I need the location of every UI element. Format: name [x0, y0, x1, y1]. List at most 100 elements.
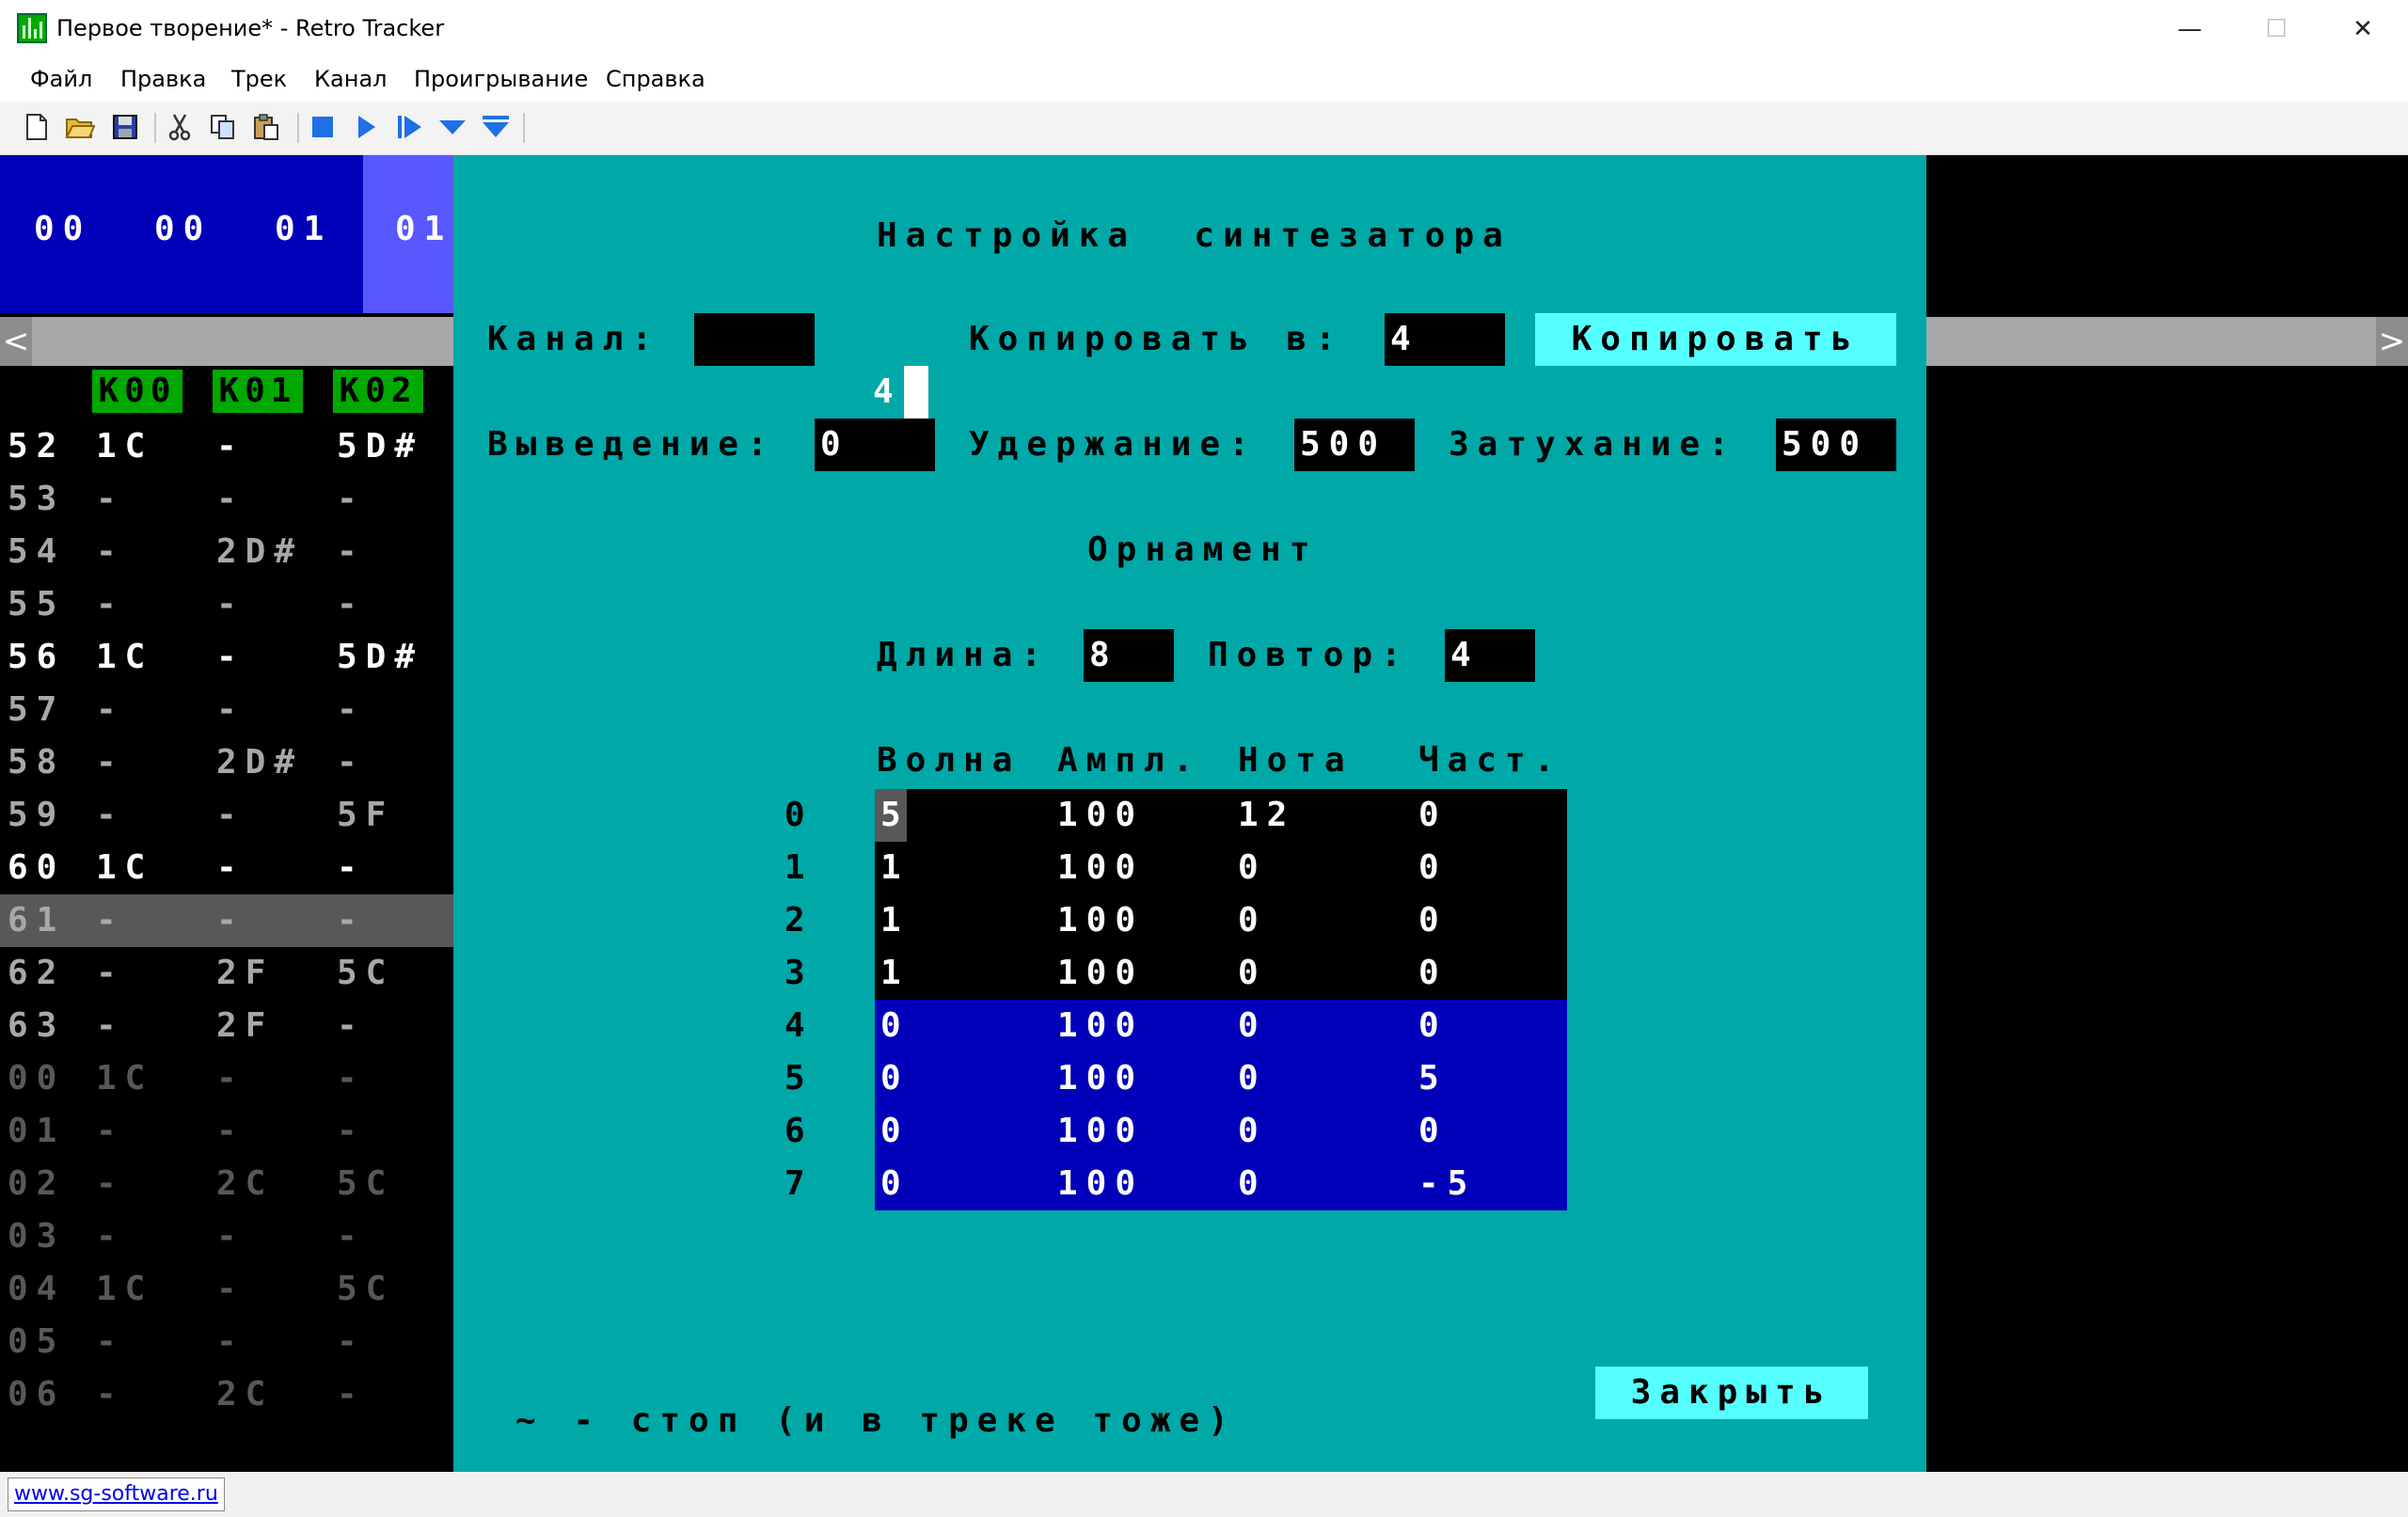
ornament-amplitude[interactable]: 100 [1057, 1158, 1144, 1210]
pattern-row[interactable]: 05- - - [0, 1316, 453, 1368]
channel-header-k00[interactable]: К00 [92, 370, 182, 413]
pattern-row-current[interactable]: 61- - - [0, 894, 453, 947]
ornament-note[interactable]: 0 [1238, 842, 1267, 894]
repeat-field[interactable]: 4 [1445, 629, 1535, 682]
pattern-row[interactable]: 54-2D# - [0, 526, 453, 578]
ornament-amplitude[interactable]: 100 [1057, 842, 1144, 894]
menu-help[interactable]: Справка [606, 66, 705, 92]
menu-channel[interactable]: Канал [314, 66, 387, 92]
ornament-note[interactable]: 0 [1238, 947, 1267, 1000]
pattern-row[interactable]: 56 1C - 5D# [0, 631, 453, 684]
decay-field[interactable]: 500 [1776, 419, 1896, 471]
ornament-frequency[interactable]: 0 [1418, 789, 1448, 842]
ornament-wave[interactable]: 1 [880, 894, 910, 947]
play-icon[interactable] [348, 109, 384, 145]
menu-playback[interactable]: Проигрывание [414, 66, 588, 92]
channel-header-k02[interactable]: К02 [333, 370, 423, 413]
ornament-frequency[interactable]: 0 [1418, 894, 1448, 947]
website-link[interactable]: www.sg-software.ru [8, 1477, 225, 1511]
menu-file[interactable]: Файл [30, 66, 92, 92]
copy-icon[interactable] [205, 109, 241, 145]
ornament-frequency[interactable]: 0 [1418, 842, 1448, 894]
pattern-row[interactable]: 04 1C - 5C [0, 1263, 453, 1316]
ornament-wave[interactable]: 0 [880, 1000, 910, 1052]
order-item-current[interactable]: 01 [395, 210, 452, 248]
copy-to-field[interactable]: 4 [1385, 313, 1505, 366]
pattern-row[interactable]: 03- - - [0, 1210, 453, 1263]
ornament-amplitude[interactable]: 100 [1057, 1052, 1144, 1105]
menu-edit[interactable]: Правка [120, 66, 206, 92]
ornament-frequency[interactable]: 0 [1418, 1000, 1448, 1052]
pattern-row[interactable]: 58-2D# - [0, 736, 453, 789]
ornament-table[interactable]: 5 100 12 0 1 100 0 0 1 100 0 0 1 100 0 0 0 100 0 0 0 100 0 5 0 10… [875, 789, 1567, 1210]
ornament-amplitude[interactable]: 100 [1057, 894, 1144, 947]
pattern-row[interactable]: 62- 2F 5C [0, 947, 453, 1000]
ornament-note[interactable]: 0 [1238, 1052, 1267, 1105]
stop-icon[interactable] [305, 109, 341, 145]
order-item[interactable]: 00 [34, 210, 91, 248]
length-field[interactable]: 8 [1084, 629, 1174, 682]
save-icon[interactable] [107, 109, 143, 145]
ornament-frequency[interactable]: 0 [1418, 947, 1448, 1000]
ornament-frequency[interactable]: -5 [1418, 1158, 1476, 1210]
copy-button[interactable]: Копировать [1535, 313, 1896, 366]
ornament-amplitude[interactable]: 100 [1057, 789, 1144, 842]
pattern-row[interactable]: 52 1C - 5D# [0, 420, 453, 473]
scroll-right-icon[interactable]: > [2376, 317, 2408, 366]
menu-track[interactable]: Трек [231, 66, 287, 92]
ornament-wave[interactable]: 5 [875, 789, 907, 842]
ornament-row[interactable]: 0 100 0 -5 [875, 1158, 1567, 1210]
maximize-button[interactable]: ☐ [2233, 0, 2320, 58]
pattern-row[interactable]: 53- - - [0, 473, 453, 526]
pattern-row[interactable]: 00 1C - - [0, 1052, 453, 1105]
pattern-row[interactable]: 02- 2C 5C [0, 1158, 453, 1210]
ornament-row[interactable]: 1 100 0 0 [875, 947, 1567, 1000]
sustain-field[interactable]: 500 [1294, 419, 1415, 471]
ornament-note[interactable]: 0 [1238, 1000, 1267, 1052]
ornament-row[interactable]: 0 100 0 0 [875, 1000, 1567, 1052]
minimize-button[interactable]: — [2147, 0, 2233, 58]
close-dialog-button[interactable]: Закрыть [1595, 1367, 1868, 1419]
order-item[interactable]: 01 [275, 210, 332, 248]
attack-field[interactable]: 0 [815, 419, 935, 471]
ornament-row[interactable]: 0 100 0 0 [875, 1105, 1567, 1158]
cut-icon[interactable] [162, 109, 198, 145]
pattern-row[interactable]: 59- -5F [0, 789, 453, 842]
order-list[interactable]: 00 00 01 01 [0, 155, 453, 313]
ornament-frequency[interactable]: 5 [1418, 1052, 1448, 1105]
pattern-row[interactable]: 55- - - [0, 578, 453, 631]
ornament-note[interactable]: 0 [1238, 1105, 1267, 1158]
pattern-row[interactable]: 63-2F - [0, 1000, 453, 1052]
ornament-amplitude[interactable]: 100 [1057, 1000, 1144, 1052]
ornament-note[interactable]: 12 [1238, 789, 1295, 842]
ornament-frequency[interactable]: 0 [1418, 1105, 1448, 1158]
channel-field[interactable]: 4 [694, 313, 928, 419]
pattern-row[interactable]: 57- - - [0, 684, 453, 736]
pattern-row[interactable]: 01- - - [0, 1105, 453, 1158]
ornament-wave[interactable]: 0 [880, 1052, 910, 1105]
play-from-cursor-icon[interactable] [391, 109, 427, 145]
ornament-note[interactable]: 0 [1238, 894, 1267, 947]
paste-icon[interactable] [248, 109, 284, 145]
close-window-button[interactable]: ✕ [2320, 0, 2406, 58]
pattern-row[interactable]: 06-2C - [0, 1368, 453, 1421]
step-down-icon[interactable] [435, 109, 470, 145]
ornament-row[interactable]: 1 100 0 0 [875, 842, 1567, 894]
step-down-end-icon[interactable] [478, 109, 514, 145]
ornament-amplitude[interactable]: 100 [1057, 1105, 1144, 1158]
pattern-grid[interactable]: 52 1C -5D# 53- - -54-2D# -55- - -56 1C -5D# 57- - -58… [0, 420, 453, 1474]
ornament-wave[interactable]: 1 [880, 947, 910, 1000]
ornament-row[interactable]: 5 100 12 0 [875, 789, 1567, 842]
ornament-row[interactable]: 0 100 0 5 [875, 1052, 1567, 1105]
ornament-amplitude[interactable]: 100 [1057, 947, 1144, 1000]
order-item[interactable]: 00 [154, 210, 212, 248]
ornament-wave[interactable]: 1 [880, 842, 910, 894]
new-file-icon[interactable] [19, 109, 55, 145]
ornament-row[interactable]: 1 100 0 0 [875, 894, 1567, 947]
channel-header-k01[interactable]: К01 [213, 370, 303, 413]
ornament-note[interactable]: 0 [1238, 1158, 1267, 1210]
ornament-wave[interactable]: 0 [880, 1105, 910, 1158]
open-folder-icon[interactable] [62, 109, 98, 145]
ornament-wave[interactable]: 0 [880, 1158, 910, 1210]
pattern-row[interactable]: 60 1C - - [0, 842, 453, 894]
